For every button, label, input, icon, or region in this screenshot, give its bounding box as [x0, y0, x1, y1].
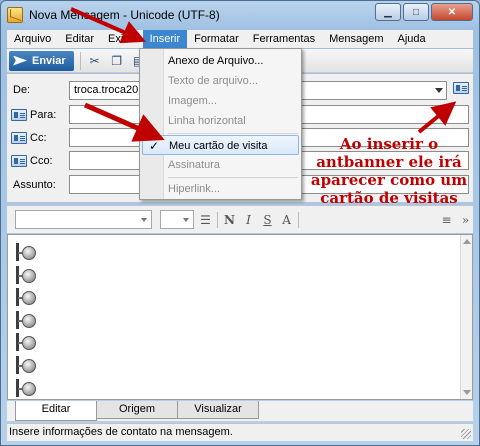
annotation-text: Ao inserir o antbanner ele irá aparecer …	[310, 135, 468, 207]
compose-window: Nova Mensagem - Unicode (UTF-8) ▁ □ ✕ Ar…	[0, 0, 480, 446]
annotation-arrows	[70, 7, 457, 142]
arrow-to-business-card-item	[83, 102, 165, 142]
arrow-to-inserir-menu	[70, 7, 146, 44]
arrow-to-card-icon	[417, 101, 457, 134]
